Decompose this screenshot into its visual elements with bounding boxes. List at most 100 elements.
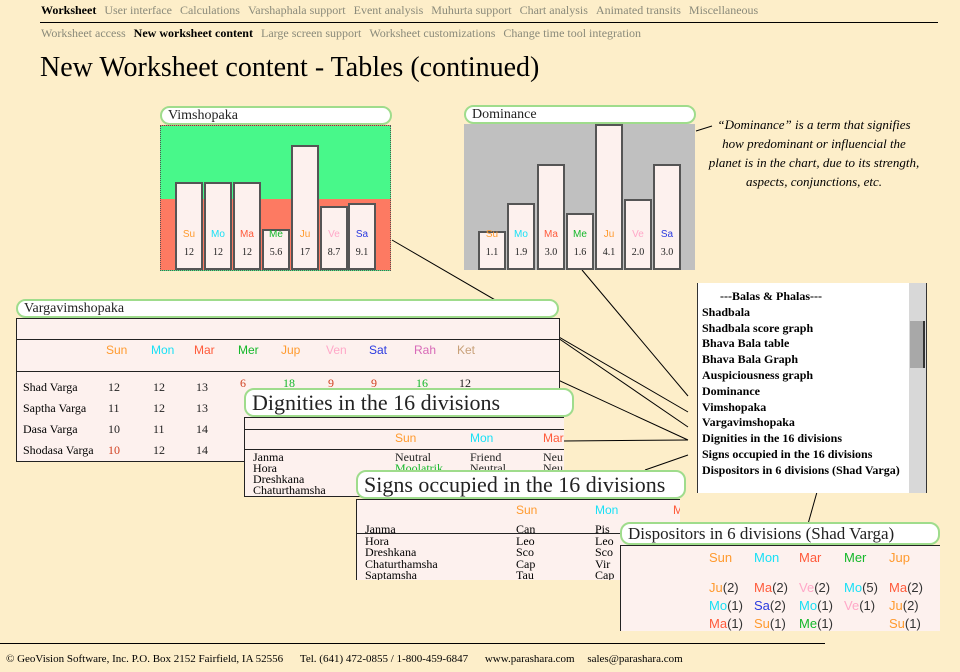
bar: Sa 3.0 [653, 163, 681, 270]
column-header: Mar [543, 431, 564, 445]
bar-value: 17 [300, 247, 310, 258]
listbox-item[interactable]: Shadbala [702, 305, 927, 321]
vimshopaka-title: Vimshopaka [160, 106, 392, 125]
dispositor-entry: Sa(2) [754, 598, 786, 613]
bar: Ju 4.1 [595, 124, 623, 270]
dispositor-entry: Ma(2) [889, 580, 923, 595]
count: (2) [722, 580, 739, 595]
connector-line [644, 454, 689, 471]
planet-abbr: Ma [754, 580, 773, 595]
bar-label: Me [573, 229, 587, 240]
bar: Ju 17 [291, 145, 319, 270]
signs-title: Signs occupied in the 16 divisions [356, 470, 686, 499]
bar-value: 1.9 [514, 247, 528, 258]
planet-abbr: Ma [709, 616, 728, 631]
bar-value: 1.6 [573, 247, 587, 258]
footer-phone: Tel. (641) 472-0855 / 1-800-459-6847 [299, 653, 469, 665]
column-header: Mon [151, 343, 175, 357]
count: (1) [727, 598, 743, 613]
table-cell: 11 [108, 401, 120, 415]
listbox-item[interactable]: Dispositors in 6 divisions (Shad Varga) [702, 463, 927, 479]
row-label: Saptha Varga [23, 401, 87, 415]
vargavimshopaka-title: Vargavimshopaka [16, 299, 559, 318]
planet-abbr: Ju [709, 580, 723, 595]
listbox-item[interactable]: Dominance [702, 384, 927, 400]
planet-abbr: Ma [889, 580, 908, 595]
listbox-item[interactable]: Bhava Bala Graph [702, 352, 927, 368]
listbox-item[interactable]: Auspiciousness graph [702, 368, 927, 384]
dispositors-table: Sun Mon Mar Mer Jup Ju(2) Mo(1) Ma(1) Ma(2) Sa(2)… [620, 545, 940, 631]
dominance-annotation: “Dominance” is a term that signifies how… [708, 117, 920, 189]
count: (2) [769, 598, 786, 613]
table-cell: 6 [240, 376, 246, 390]
bar: Mo 1.9 [507, 202, 535, 270]
footer-website[interactable]: www.parashara.com [485, 653, 575, 665]
listbox-item[interactable]: ---Balas & Phalas--- [702, 289, 927, 305]
count: (1) [859, 598, 876, 613]
column-header: Ven [326, 343, 347, 357]
column-header: Sun [395, 431, 417, 445]
bar-label: Ma [544, 229, 558, 240]
planet-abbr: Ve [799, 580, 815, 595]
bar: Me 1.6 [566, 213, 594, 270]
bar-label: Ju [603, 229, 615, 240]
column-header: Jup [889, 550, 910, 565]
count: (1) [817, 598, 833, 613]
scrollbar-thumb[interactable] [910, 321, 925, 368]
column-header: Mon [470, 431, 494, 445]
column-header: Mar [194, 343, 215, 357]
count: (5) [862, 580, 878, 595]
dignities-title: Dignities in the 16 divisions [244, 388, 574, 417]
bar: Ve 2.0 [624, 199, 652, 270]
column-header: Mer [844, 550, 867, 565]
bar-label: Ju [299, 229, 311, 240]
listbox-item[interactable]: Signs occupied in the 16 divisions [702, 447, 927, 463]
table-cell: 13 [196, 380, 208, 394]
listbox-item[interactable]: Vargavimshopaka [702, 415, 927, 431]
planet-abbr: Su [754, 616, 770, 631]
count: (2) [814, 580, 831, 595]
dispositor-entry: Ma(2) [754, 580, 788, 595]
bar-label: Sa [355, 229, 369, 240]
connector-line [581, 269, 689, 397]
bar-value: 1.1 [485, 247, 499, 258]
bar: Su 12 [175, 181, 203, 270]
column-header: Mon [754, 550, 780, 565]
planet-abbr: Su [889, 616, 905, 631]
bar-value: 8.7 [327, 247, 341, 258]
bar: Ve 8.7 [320, 206, 348, 270]
planet-abbr: Me [799, 616, 818, 631]
planet-abbr: Ju [889, 598, 903, 613]
footer-divider [0, 643, 825, 644]
table-cell: 11 [153, 422, 165, 436]
vimshopaka-chart: Su 12 Mo 12 Ma 12 Me 5.6 Ju 17 Ve 8.7 Sa 9.1 [160, 125, 391, 271]
listbox-scrollbar[interactable] [909, 283, 927, 493]
dispositor-entry: Su(1) [889, 616, 921, 631]
dominance-title: Dominance [464, 105, 696, 124]
worksheet-content-listbox[interactable]: ---Balas & Phalas--- Shadbala Shadbala sco… [697, 283, 927, 493]
count: (1) [817, 616, 833, 631]
listbox-item[interactable]: Bhava Bala table [702, 336, 927, 352]
footer: © GeoVision Software, Inc. P.O. Box 2152… [6, 653, 683, 665]
bar-label: Sa [660, 229, 674, 240]
dispositor-entry: Me(1) [799, 616, 833, 631]
table-cell: 12 [153, 401, 165, 415]
bar-value: 2.0 [631, 247, 645, 258]
bar-label: Ma [240, 229, 254, 240]
row-label: Dasa Varga [23, 422, 78, 436]
column-header: M [673, 503, 680, 517]
listbox-item[interactable]: Shadbala score graph [702, 321, 927, 337]
bar: Me 5.6 [262, 228, 290, 270]
dispositor-entry: Ma(1) [709, 616, 743, 631]
footer-email[interactable]: sales@parashara.com [587, 653, 682, 665]
dispositor-entry: Ju(2) [709, 580, 739, 595]
table-cell: Tau [516, 568, 534, 580]
bar-label: Ve [328, 229, 340, 240]
dispositor-entry: Mo(5) [844, 580, 878, 595]
bar-value: 3.0 [660, 247, 674, 258]
footer-company: © GeoVision Software, Inc. P.O. Box 2152… [6, 653, 284, 665]
listbox-item[interactable]: Dignities in the 16 divisions [702, 431, 927, 447]
listbox-item[interactable]: Vimshopaka [702, 400, 927, 416]
bar: Sa 9.1 [348, 203, 376, 270]
row-label: Chaturthamsha [253, 483, 326, 497]
